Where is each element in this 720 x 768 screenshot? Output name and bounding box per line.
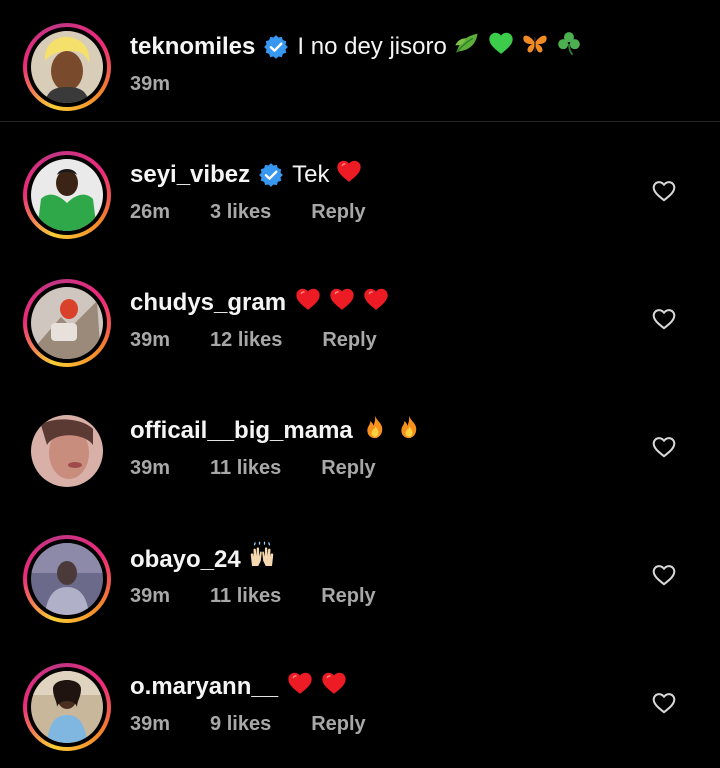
- avatar-photo: [31, 31, 103, 103]
- red-heart-emoji-icon: [286, 669, 314, 705]
- comment-likes[interactable]: 11 likes: [210, 583, 281, 609]
- avatar-photo: [31, 287, 103, 359]
- reply-button[interactable]: Reply: [321, 455, 375, 481]
- fire-emoji-icon: [361, 413, 389, 449]
- raising-hands-emoji-icon: [247, 541, 277, 579]
- comment-likes[interactable]: 3 likes: [210, 199, 271, 225]
- red-heart-emoji-icon: [320, 669, 348, 705]
- red-heart-emoji-icon: [294, 285, 322, 321]
- like-heart-icon[interactable]: [651, 690, 677, 716]
- comment-time: 39m: [130, 713, 171, 735]
- reply-button[interactable]: Reply: [321, 583, 375, 609]
- comment-username[interactable]: obayo_24: [130, 545, 241, 575]
- caption-username[interactable]: teknomiles: [130, 32, 255, 62]
- green-heart-emoji-icon: [487, 29, 515, 65]
- divider: [0, 121, 720, 122]
- comment-time: 39m: [130, 457, 171, 479]
- like-heart-icon[interactable]: [651, 306, 677, 332]
- butterfly-emoji-icon: [521, 29, 549, 65]
- reply-button[interactable]: Reply: [322, 327, 376, 353]
- comment-row: officail__big_mama 39m 11 likes Reply: [0, 384, 720, 512]
- comment-row: obayo_24 39m 11 likes Reply: [0, 512, 720, 640]
- comment-time: 26m: [130, 201, 171, 223]
- avatar-photo: [31, 159, 103, 231]
- comment-username[interactable]: officail__big_mama: [130, 416, 353, 446]
- comment-time: 39m: [130, 585, 171, 607]
- red-heart-emoji-icon: [335, 157, 363, 193]
- avatar-photo: [31, 671, 103, 743]
- like-heart-icon[interactable]: [651, 434, 677, 460]
- red-heart-emoji-icon: [362, 285, 390, 321]
- avatar-teknomiles[interactable]: [23, 23, 111, 111]
- avatar-photo: [31, 415, 103, 487]
- comment-likes[interactable]: 12 likes: [210, 327, 282, 353]
- verified-badge-icon: [263, 34, 289, 60]
- avatar-obayo-24[interactable]: [23, 535, 111, 623]
- avatar-seyi-vibez[interactable]: [23, 151, 111, 239]
- comment-row: seyi_vibez Tek 26m 3 likes Reply: [0, 128, 720, 256]
- like-heart-icon[interactable]: [651, 562, 677, 588]
- comment-row: chudys_gram 39m 12 likes Reply: [0, 256, 720, 384]
- comment-username[interactable]: o.maryann__: [130, 672, 278, 702]
- comment-text: Tek: [292, 161, 330, 188]
- caption-time: 39m: [130, 73, 171, 95]
- comment-time: 39m: [130, 329, 171, 351]
- shamrock-emoji-icon: [555, 29, 583, 65]
- comment-username[interactable]: seyi_vibez: [130, 160, 250, 190]
- reply-button[interactable]: Reply: [311, 711, 365, 737]
- caption-text: I no dey jisoro: [297, 33, 447, 60]
- verified-badge-icon: [258, 162, 284, 188]
- comment-likes[interactable]: 9 likes: [210, 711, 271, 737]
- comment-row: o.maryann__ 39m 9 likes Reply: [0, 640, 720, 768]
- comment-username[interactable]: chudys_gram: [130, 288, 286, 318]
- avatar-officail-big-mama[interactable]: [23, 407, 111, 495]
- avatar-chudys-gram[interactable]: [23, 279, 111, 367]
- leaf-emoji-icon: [453, 29, 481, 65]
- like-heart-icon[interactable]: [651, 178, 677, 204]
- caption-row: teknomiles I no dey jisoro 39m: [0, 0, 720, 128]
- avatar-o-maryann[interactable]: [23, 663, 111, 751]
- avatar-photo: [31, 543, 103, 615]
- red-heart-emoji-icon: [328, 285, 356, 321]
- fire-emoji-icon: [395, 413, 423, 449]
- comment-likes[interactable]: 11 likes: [210, 455, 281, 481]
- reply-button[interactable]: Reply: [311, 199, 365, 225]
